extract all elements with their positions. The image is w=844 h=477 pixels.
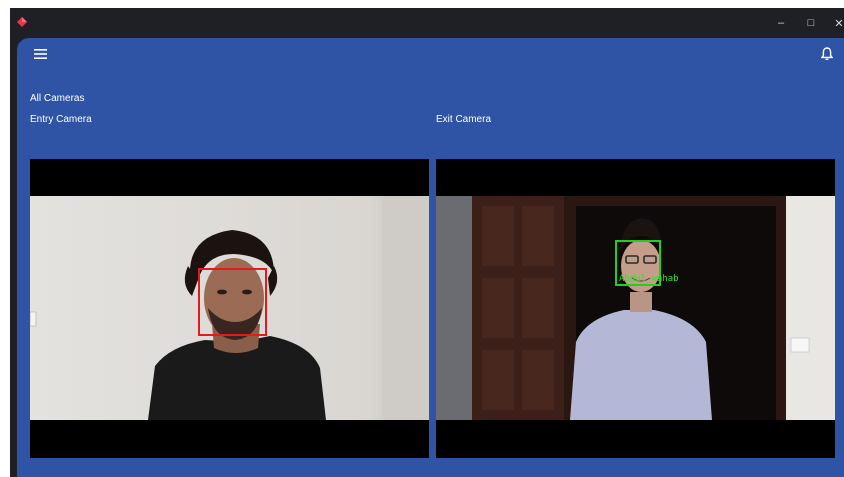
close-icon: ✕ xyxy=(834,17,844,30)
maximize-icon: □ xyxy=(807,17,815,29)
title-bar[interactable]: – □ ✕ xyxy=(10,8,844,38)
main-content: All Cameras Entry Camera Exit Camera Abd… xyxy=(17,38,844,477)
entry-face-detection-box xyxy=(198,268,267,336)
minimize-button[interactable]: – xyxy=(766,8,796,38)
close-button[interactable]: ✕ xyxy=(824,8,844,38)
bell-icon xyxy=(821,47,833,61)
exit-camera-label: Exit Camera xyxy=(436,114,492,125)
exit-camera-frame: Abdul wahab xyxy=(436,196,835,420)
entry-camera-label: Entry Camera xyxy=(30,114,92,125)
app-window: – □ ✕ All Cameras Entry Camera Exit Came… xyxy=(10,8,844,477)
maximize-button[interactable]: □ xyxy=(796,8,826,38)
minimize-icon: – xyxy=(777,17,785,29)
exit-camera-feed[interactable]: Abdul wahab xyxy=(436,159,835,458)
hamburger-menu-button[interactable] xyxy=(31,46,49,62)
exit-camera-video xyxy=(436,196,835,420)
section-title: All Cameras xyxy=(30,93,85,104)
entry-camera-frame xyxy=(30,196,429,420)
notifications-button[interactable] xyxy=(818,45,836,63)
hamburger-menu-icon xyxy=(33,49,47,59)
app-logo-icon xyxy=(17,17,27,27)
exit-face-recognition-label: Abdul wahab xyxy=(619,274,679,284)
entry-camera-feed[interactable] xyxy=(30,159,429,458)
